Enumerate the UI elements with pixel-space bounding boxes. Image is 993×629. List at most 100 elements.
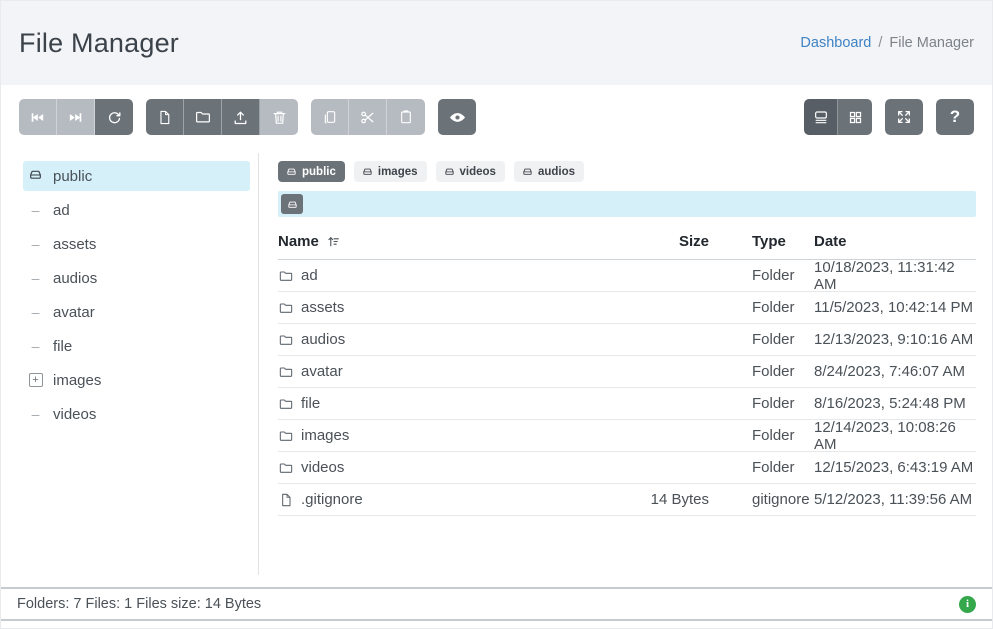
new-file-button[interactable]	[146, 99, 184, 135]
path-root-button[interactable]	[281, 194, 303, 214]
volume-chip[interactable]: images	[354, 161, 427, 182]
table-row[interactable]: ad Folder 10/18/2023, 11:31:42 AM	[278, 260, 976, 292]
forward-button	[57, 99, 95, 135]
table-row[interactable]: audios Folder 12/13/2023, 9:10:16 AM	[278, 324, 976, 356]
breadcrumb: Dashboard / File Manager	[800, 35, 974, 51]
breadcrumb-separator: /	[878, 35, 882, 51]
table-row[interactable]: file Folder 8/16/2023, 5:24:48 PM	[278, 388, 976, 420]
folder-tree-sidebar: public – ad –	[1, 153, 259, 575]
file-size: 14 Bytes	[589, 491, 709, 508]
file-date: 5/12/2023, 11:39:56 AM	[814, 491, 976, 508]
current-path-bar	[278, 191, 976, 217]
table-row[interactable]: assets Folder 11/5/2023, 10:42:14 PM	[278, 292, 976, 324]
volume-chip-label: videos	[460, 166, 496, 178]
table-row[interactable]: videos Folder 12/15/2023, 6:43:19 AM	[278, 452, 976, 484]
tree-item[interactable]: – audios	[23, 263, 250, 293]
file-name: ad	[301, 267, 318, 284]
copy-button	[311, 99, 349, 135]
volume-chip[interactable]: videos	[436, 161, 505, 182]
file-table: Name Size Type Date	[278, 227, 976, 516]
help-button-group: ?	[936, 99, 974, 135]
expand-plus-icon[interactable]: +	[29, 373, 43, 387]
question-mark-icon: ?	[950, 107, 960, 127]
file-type: gitignore	[752, 491, 814, 508]
table-row[interactable]: images Folder 12/14/2023, 10:08:26 AM	[278, 420, 976, 452]
volume-chip-icon	[361, 165, 374, 178]
table-header-row: Name Size Type Date	[278, 227, 976, 260]
file-name: images	[301, 427, 349, 444]
refresh-button[interactable]	[95, 99, 133, 135]
tree-item-label: avatar	[53, 304, 95, 321]
volume-chip-label: images	[378, 166, 418, 178]
folder-icon	[278, 268, 294, 284]
tree-item-label: images	[53, 372, 101, 389]
grid-view-button[interactable]	[838, 99, 872, 135]
leaf-dash-icon: –	[32, 270, 40, 286]
file-name: .gitignore	[301, 491, 363, 508]
file-type: Folder	[752, 331, 814, 348]
file-type: Folder	[752, 395, 814, 412]
file-name: avatar	[301, 363, 343, 380]
column-header-size[interactable]: Size	[589, 233, 709, 250]
file-type: Folder	[752, 299, 814, 316]
tree-marker: –	[27, 338, 44, 354]
sort-ascending-icon	[327, 235, 340, 248]
leaf-dash-icon: –	[32, 406, 40, 422]
volume-chip[interactable]: public	[278, 161, 345, 182]
preview-button[interactable]	[438, 99, 476, 135]
folder-icon	[278, 300, 294, 316]
copy-icon	[322, 109, 338, 125]
tree-item-label: ad	[53, 202, 70, 219]
volume-icon	[27, 166, 44, 187]
file-date: 12/13/2023, 9:10:16 AM	[814, 331, 976, 348]
file-date: 12/15/2023, 6:43:19 AM	[814, 459, 976, 476]
delete-button	[260, 99, 298, 135]
breadcrumb-dashboard-link[interactable]: Dashboard	[800, 35, 871, 51]
refresh-icon	[106, 109, 123, 126]
new-file-icon	[156, 109, 173, 126]
tree-item[interactable]: – assets	[23, 229, 250, 259]
file-type: Folder	[752, 459, 814, 476]
file-date: 10/18/2023, 11:31:42 AM	[814, 259, 976, 293]
clipboard-icon	[398, 109, 414, 125]
volume-chip[interactable]: audios	[514, 161, 584, 182]
file-date: 8/16/2023, 5:24:48 PM	[814, 395, 976, 412]
column-header-name[interactable]: Name	[278, 233, 589, 250]
list-view-button[interactable]	[804, 99, 838, 135]
new-folder-button[interactable]	[184, 99, 222, 135]
file-name: videos	[301, 459, 344, 476]
table-row[interactable]: avatar Folder 8/24/2023, 7:46:07 AM	[278, 356, 976, 388]
column-header-type[interactable]: Type	[752, 233, 814, 250]
help-button[interactable]: ?	[936, 99, 974, 135]
file-rows: ad Folder 10/18/2023, 11:31:42 AM	[278, 260, 976, 516]
volume-chip-label: audios	[538, 166, 575, 178]
folder-tree: public – ad –	[1, 161, 258, 429]
info-icon[interactable]: i	[959, 596, 976, 613]
tree-marker	[27, 166, 44, 187]
volume-chip-icon	[521, 165, 534, 178]
tree-item[interactable]: public	[23, 161, 250, 191]
fast-forward-icon	[67, 109, 84, 126]
file-name: audios	[301, 331, 345, 348]
table-row[interactable]: .gitignore 14 Bytes gitignore 5/12/2023,…	[278, 484, 976, 516]
main-panel: public images videos	[259, 153, 992, 575]
file-ops-button-group	[146, 99, 298, 135]
tree-item[interactable]: + images	[23, 365, 250, 395]
clipboard-button-group	[311, 99, 425, 135]
tree-item[interactable]: – videos	[23, 399, 250, 429]
leaf-dash-icon: –	[32, 338, 40, 354]
fullscreen-button[interactable]	[885, 99, 923, 135]
volume-chips: public images videos	[278, 161, 976, 182]
column-header-date[interactable]: Date	[814, 233, 976, 250]
eye-icon	[448, 108, 467, 127]
page-header: File Manager Dashboard / File Manager	[1, 1, 992, 85]
tree-item[interactable]: – avatar	[23, 297, 250, 327]
tree-item[interactable]: – file	[23, 331, 250, 361]
file-name: file	[301, 395, 320, 412]
file-manager-window: File Manager Dashboard / File Manager	[0, 0, 993, 629]
content-area: public – ad –	[1, 153, 992, 575]
upload-button[interactable]	[222, 99, 260, 135]
tree-item[interactable]: – ad	[23, 195, 250, 225]
file-icon	[278, 492, 294, 508]
file-date: 11/5/2023, 10:42:14 PM	[814, 299, 976, 316]
